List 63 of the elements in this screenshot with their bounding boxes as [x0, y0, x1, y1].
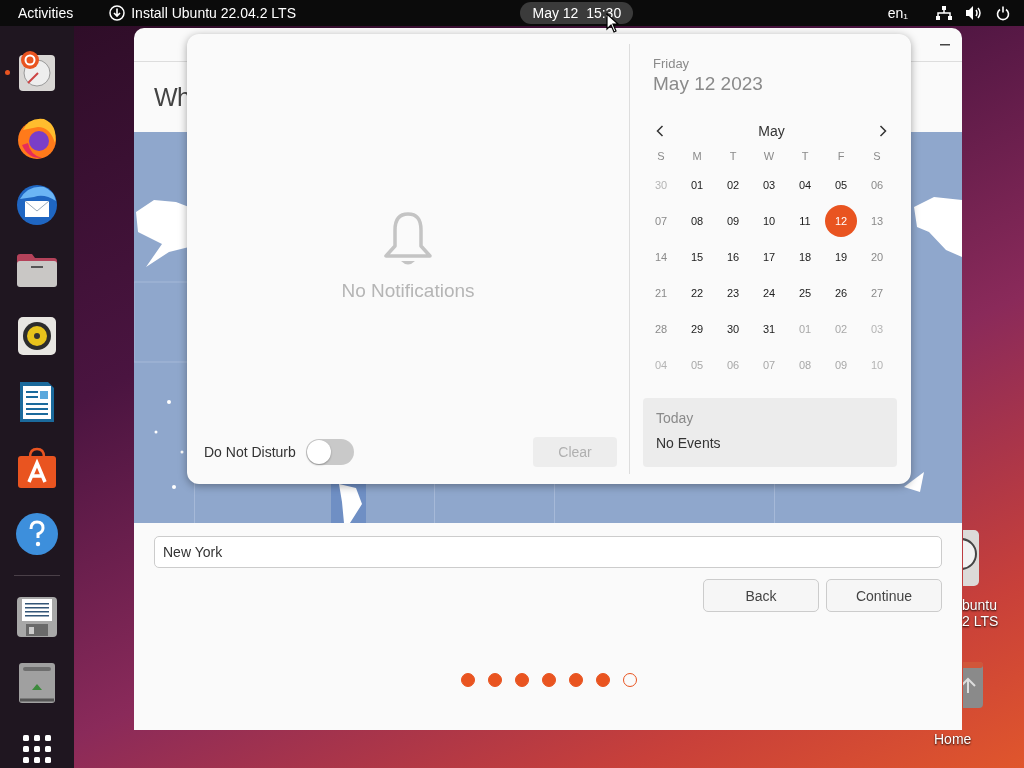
weekday-header: T — [729, 150, 737, 162]
date-label: May 12 2023 — [652, 73, 764, 95]
calendar-day[interactable]: 08 — [681, 205, 713, 237]
power-icon[interactable] — [996, 5, 1010, 21]
calendar-day[interactable]: 28 — [645, 313, 677, 345]
calendar-day[interactable]: 27 — [861, 277, 893, 309]
calendar-day[interactable]: 26 — [825, 277, 857, 309]
icon-label[interactable]: buntu 2 LTS — [962, 597, 999, 629]
calendar-day[interactable]: 19 — [825, 241, 857, 273]
calendar-day[interactable]: 01 — [681, 169, 713, 201]
activities-button[interactable]: Activities — [18, 5, 74, 21]
calendar-day[interactable]: 25 — [789, 277, 821, 309]
weekday-header: W — [763, 150, 775, 162]
calendar-day[interactable]: 23 — [717, 277, 749, 309]
download-icon — [109, 5, 126, 21]
calendar-day[interactable]: 06 — [861, 169, 893, 201]
weekday-header: S — [657, 150, 665, 162]
calendar-day[interactable]: 30 — [717, 313, 749, 345]
minimize-icon[interactable] — [940, 43, 950, 46]
calendar-day[interactable]: 10 — [753, 205, 785, 237]
weekday-header: T — [801, 150, 809, 162]
calendar-day[interactable]: 20 — [861, 241, 893, 273]
keyboard-layout-indicator[interactable]: en₁ — [887, 5, 908, 21]
home-folder-icon[interactable] — [963, 662, 983, 708]
calendar-day[interactable]: 15 — [681, 241, 713, 273]
volume-icon[interactable] — [966, 6, 982, 20]
calendar-day[interactable]: 16 — [717, 241, 749, 273]
calendar-day[interactable]: 02 — [717, 169, 749, 201]
calendar-day[interactable]: 12 — [825, 205, 857, 237]
toggle-label: Do Not Disturb — [204, 444, 296, 460]
calendar-day[interactable]: 29 — [681, 313, 713, 345]
month-label: May — [758, 123, 785, 139]
chevron-right-icon[interactable] — [879, 125, 887, 137]
nav-button[interactable]: Continue — [826, 579, 942, 612]
weekday-label: Friday — [652, 56, 691, 71]
weekday-header: F — [837, 150, 845, 162]
app-menu[interactable]: Install Ubuntu 22.04.2 LTS — [131, 5, 296, 21]
events-message: No Events — [656, 435, 722, 451]
weekday-header: S — [873, 150, 881, 162]
calendar-day[interactable]: 03 — [753, 169, 785, 201]
do-not-disturb-switch[interactable] — [305, 439, 354, 465]
calendar-day[interactable]: 07 — [645, 205, 677, 237]
calendar-day[interactable]: 18 — [789, 241, 821, 273]
calendar-day[interactable]: 04 — [789, 169, 821, 201]
clock-button[interactable]: May 12 15:30 — [520, 2, 634, 24]
calendar-day[interactable]: 05 — [825, 169, 857, 201]
location-field[interactable]: New York — [154, 536, 942, 568]
events-title: Today — [656, 410, 695, 426]
calendar-day[interactable]: 09 — [717, 205, 749, 237]
calendar-day[interactable]: 31 — [753, 313, 785, 345]
icon-label[interactable]: Home — [934, 731, 972, 747]
chevron-left-icon[interactable] — [656, 125, 664, 137]
network-icon[interactable] — [936, 6, 952, 20]
empty-message: No Notifications — [341, 279, 475, 302]
calendar-day[interactable]: 11 — [789, 205, 821, 237]
help-icon[interactable] — [14, 511, 60, 557]
calendar-day[interactable]: 17 — [753, 241, 785, 273]
hard-drive-icon[interactable] — [963, 530, 979, 586]
calendar-day[interactable]: 22 — [681, 277, 713, 309]
nav-button[interactable]: Back — [703, 579, 819, 612]
calendar-day[interactable]: 24 — [753, 277, 785, 309]
calendar-day[interactable]: 21 — [645, 277, 677, 309]
weekday-header: M — [692, 150, 702, 162]
